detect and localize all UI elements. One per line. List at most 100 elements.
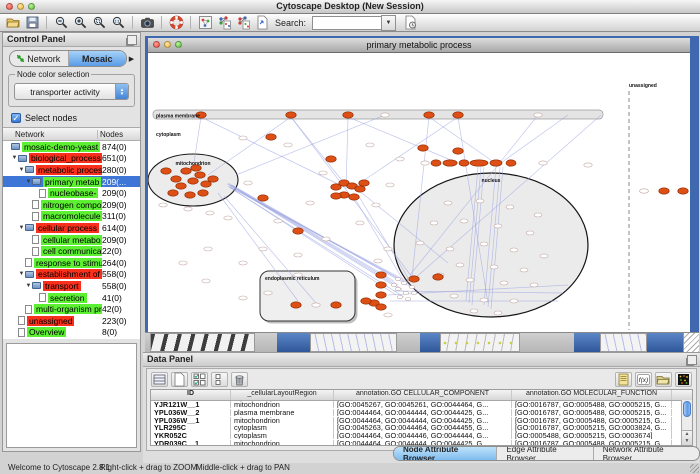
import-notepad-icon[interactable] [615,372,632,387]
network-node[interactable] [520,268,528,272]
network-node[interactable] [372,203,380,207]
network-node-selected[interactable] [376,272,386,278]
zoom-selected-icon[interactable] [91,15,107,30]
network-node[interactable] [224,216,232,220]
network-node-selected[interactable] [208,176,218,182]
table-grid-icon[interactable] [151,372,168,387]
table-column-header[interactable]: ID [151,390,231,400]
new-attribute-icon[interactable] [171,372,188,387]
network-node-selected[interactable] [171,176,181,182]
table-column-header[interactable]: annotation.GO CELLULAR_COMPONENT [334,390,512,400]
network-node[interactable] [264,291,272,295]
zoom-fit-icon[interactable]: 1:1 [110,15,126,30]
background-window-frame[interactable] [420,333,440,352]
network-node[interactable] [494,224,502,228]
float-panel-icon[interactable] [127,35,137,45]
node-color-dropdown[interactable]: transporter activity ▲▼ [14,83,129,100]
network-node-selected[interactable] [361,298,371,304]
birdseye-view-icon[interactable] [197,15,213,30]
network-node-selected[interactable] [443,160,457,166]
network-node[interactable] [494,311,502,315]
network-node[interactable] [403,292,409,295]
open-session-icon[interactable] [5,15,21,30]
network-node[interactable] [274,219,282,223]
birdseye-view-panel[interactable] [6,343,137,448]
background-window-frame[interactable] [277,333,310,352]
network-window-titlebar[interactable]: primary metabolic process [148,38,690,53]
network-node-selected[interactable] [326,156,336,162]
network-node[interactable] [384,247,392,251]
network-node[interactable] [534,113,542,117]
network-node[interactable] [206,211,214,215]
network-node[interactable] [526,231,534,235]
network-node-selected[interactable] [355,186,365,192]
network-node[interactable] [391,284,397,287]
table-column-header[interactable]: annotation.GO MOLECULAR_FUNCTION [512,390,672,400]
table-row[interactable]: YLR295Ccytoplasm[GO:0045263, GO:0044464,… [151,424,692,432]
network-node[interactable] [396,157,404,161]
tree-row[interactable]: ▼metabolic process280(0) [3,164,140,176]
network-node-selected[interactable] [409,276,419,282]
tab-edge-attribute-browser[interactable]: Edge Attribute Browser [497,447,593,460]
network-node-selected[interactable] [506,160,516,166]
network-node[interactable] [540,254,548,258]
tree-row[interactable]: Overview8(0) [3,327,140,339]
tree-row[interactable]: ▼cellular process614(0) [3,222,140,234]
table-scrollbar[interactable]: ▲▼ [681,400,692,445]
float-data-panel-icon[interactable] [687,355,697,365]
network-node[interactable] [640,189,649,193]
background-window-labels[interactable] [150,333,255,352]
network-node[interactable] [444,201,452,205]
network-node-selected[interactable] [181,168,191,174]
network-node[interactable] [416,241,424,245]
network-node[interactable] [294,253,302,257]
select-attributes-icon[interactable] [191,372,208,387]
tab-mosaic[interactable]: Mosaic [69,51,127,66]
table-row[interactable]: YKR052Ccytoplasm[GO:0044464, GO:0044446,… [151,432,692,440]
zoom-in-icon[interactable] [72,15,88,30]
network-node[interactable] [500,281,508,285]
search-input[interactable] [312,16,381,30]
network-node[interactable] [366,143,374,147]
tree-row[interactable]: unassigned223(0) [3,315,140,327]
background-window-frame[interactable] [647,333,684,352]
save-session-icon[interactable] [24,15,40,30]
tab-network-attribute-browser[interactable]: Network Attribute Browser [594,447,699,460]
network-node[interactable] [381,113,389,117]
network-node-selected[interactable] [376,304,386,310]
app-resize-grip[interactable] [690,464,699,473]
network-node-selected[interactable] [418,145,428,151]
network-node[interactable] [480,242,488,246]
network-node[interactable] [530,283,538,287]
tree-column-nodes[interactable]: Nodes [97,130,140,139]
background-window-frame[interactable] [574,333,600,352]
tab-node-attribute-browser[interactable]: Node Attribute Browser [394,447,497,460]
expander-icon[interactable]: ▼ [18,225,25,231]
network-node-selected[interactable] [293,228,303,234]
tree-row[interactable]: ▼transport558(0) [3,280,140,292]
network-node-selected[interactable] [343,112,353,118]
help-lifesaver-icon[interactable] [168,15,184,30]
network-node-selected[interactable] [331,302,341,308]
network-node[interactable] [395,288,401,291]
table-scrollbar-thumb[interactable] [683,401,691,417]
network-node[interactable] [421,161,429,165]
load-attributes-icon[interactable] [655,372,672,387]
tree-column-network[interactable]: Network [3,130,97,139]
network-node-selected[interactable] [490,160,502,166]
network-node[interactable] [411,292,417,295]
network-node[interactable] [322,237,330,241]
delete-attribute-icon[interactable] [231,372,248,387]
select-nodes-checkbox[interactable]: ✓ [11,113,21,123]
matrix-heatmap-icon[interactable] [675,372,692,387]
network-node-selected[interactable] [188,178,198,184]
table-row[interactable]: YPL036W__1mitochondrion[GO:0044464, GO:0… [151,416,692,424]
tab-overflow-arrow[interactable]: ▶ [127,55,136,63]
function-fx-icon[interactable]: f(x) [635,372,652,387]
network-node[interactable] [374,259,382,263]
snapshot-camera-icon[interactable] [139,15,155,30]
network-node[interactable] [456,263,464,267]
network-node[interactable] [204,247,212,251]
network-node-selected[interactable] [349,194,359,200]
zoom-out-icon[interactable] [53,15,69,30]
